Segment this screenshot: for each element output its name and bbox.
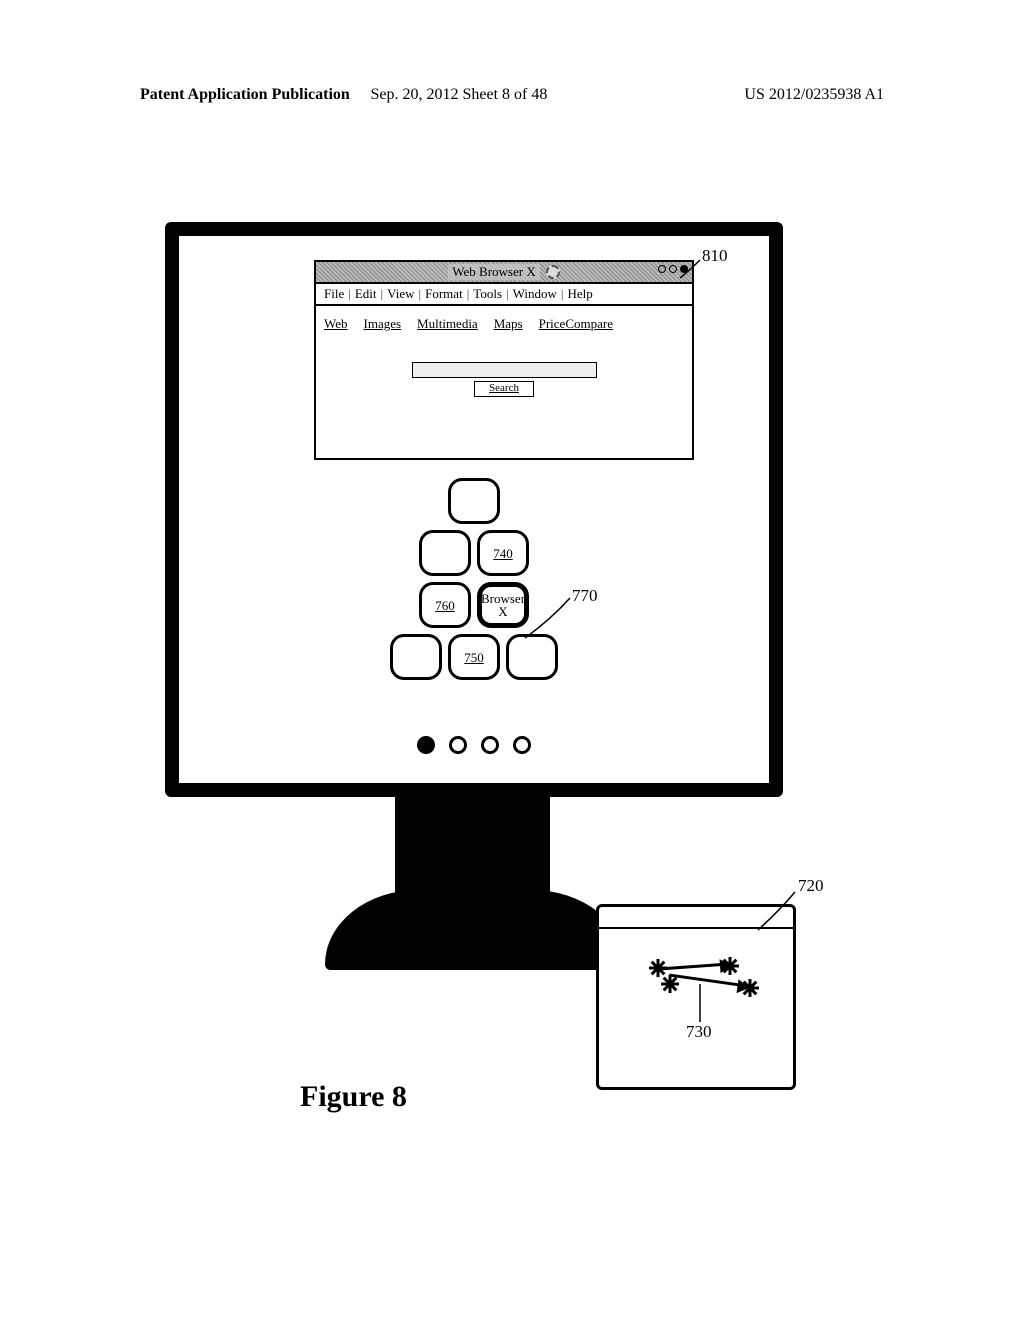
loading-spinner-icon: [546, 265, 560, 279]
menu-help[interactable]: Help: [565, 286, 594, 302]
ref-760: 760: [435, 599, 455, 612]
sheet-info: Sep. 20, 2012 Sheet 8 of 48: [371, 86, 548, 104]
pub-number: US 2012/0235938 A1: [744, 86, 884, 104]
tab-maps[interactable]: Maps: [494, 316, 523, 332]
app-icon-760[interactable]: 760: [419, 582, 471, 628]
app-icon-grid: 740 760 Browser X 750: [179, 478, 769, 686]
browser-window: Web Browser X File| Edit| View| Format| …: [314, 260, 694, 460]
page-dot-3[interactable]: [481, 736, 499, 754]
browser-title-text: Web Browser X: [448, 264, 539, 280]
tab-multimedia[interactable]: Multimedia: [417, 316, 478, 332]
app-icon[interactable]: [419, 530, 471, 576]
tab-pricecompare[interactable]: PriceCompare: [539, 316, 613, 332]
minimize-icon[interactable]: [658, 265, 666, 273]
tab-web[interactable]: Web: [324, 316, 348, 332]
app-icon[interactable]: [506, 634, 558, 680]
display-monitor: Web Browser X File| Edit| View| Format| …: [165, 222, 783, 797]
app-icon[interactable]: [448, 478, 500, 524]
app-icon-browser-x[interactable]: Browser X: [477, 582, 529, 628]
search-area: Search: [316, 362, 692, 397]
app-icon[interactable]: [390, 634, 442, 680]
callout-770: 770: [572, 586, 598, 606]
page-dot-1[interactable]: [417, 736, 435, 754]
menu-file[interactable]: File: [322, 286, 346, 302]
menu-tools[interactable]: Tools: [471, 286, 504, 302]
page-header: Patent Application Publication Sep. 20, …: [0, 86, 1024, 104]
app-label-line2: X: [498, 605, 507, 618]
search-button[interactable]: Search: [474, 381, 534, 397]
tab-images[interactable]: Images: [364, 316, 402, 332]
callout-720: 720: [798, 876, 824, 896]
ref-750: 750: [464, 651, 484, 664]
search-input[interactable]: [412, 362, 597, 378]
maximize-icon[interactable]: [669, 265, 677, 273]
menu-view[interactable]: View: [385, 286, 416, 302]
menu-format[interactable]: Format: [423, 286, 465, 302]
app-icon-740[interactable]: 740: [477, 530, 529, 576]
pub-label: Patent Application Publication: [140, 86, 350, 104]
callout-730: 730: [686, 1022, 712, 1042]
menu-window[interactable]: Window: [511, 286, 559, 302]
app-icon-750[interactable]: 750: [448, 634, 500, 680]
window-controls: [658, 265, 688, 273]
page-dot-2[interactable]: [449, 736, 467, 754]
figure-caption: Figure 8: [300, 1080, 407, 1114]
page-dot-4[interactable]: [513, 736, 531, 754]
touchpad-device[interactable]: [596, 904, 796, 1090]
monitor-stand-base: [325, 890, 625, 970]
close-icon[interactable]: [680, 265, 688, 273]
ref-740: 740: [493, 547, 513, 560]
browser-titlebar[interactable]: Web Browser X: [316, 262, 692, 284]
menu-edit[interactable]: Edit: [353, 286, 379, 302]
search-category-tabs: Web Images Multimedia Maps PriceCompare: [316, 306, 692, 342]
page-indicator[interactable]: [179, 736, 769, 754]
callout-810: 810: [702, 246, 728, 266]
browser-menubar: File| Edit| View| Format| Tools| Window|…: [316, 284, 692, 306]
